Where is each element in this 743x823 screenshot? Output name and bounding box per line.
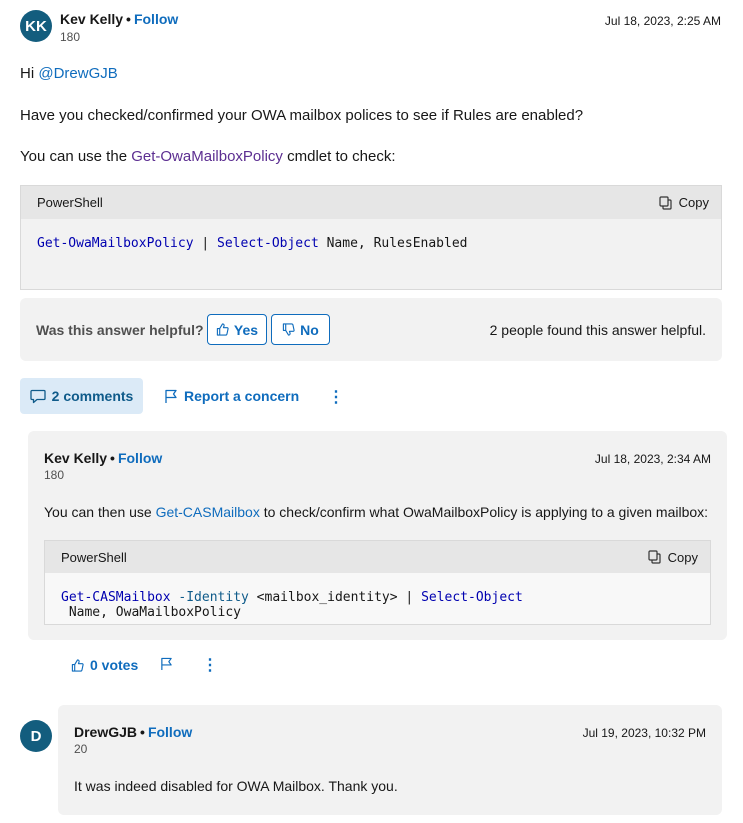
follow-link[interactable]: Follow xyxy=(134,11,178,27)
helpful-bar: Was this answer helpful? Yes No 2 people… xyxy=(20,298,722,361)
code-content: Get-CASMailbox -Identity <mailbox_identi… xyxy=(45,573,710,620)
helpful-summary: 2 people found this answer helpful. xyxy=(489,322,706,338)
answer-date: Jul 18, 2023, 2:25 AM xyxy=(604,14,721,28)
no-button[interactable]: No xyxy=(271,314,330,345)
code-pipe: | xyxy=(193,236,218,251)
thumbs-up-icon xyxy=(71,658,84,672)
copy-label: Copy xyxy=(678,195,709,210)
copy-button[interactable]: Copy xyxy=(659,195,709,210)
more-options-icon: ⋮ xyxy=(202,657,218,674)
flag-icon xyxy=(161,657,172,671)
answer-author-line: Kev Kelly • Follow xyxy=(60,11,178,27)
follow-link[interactable]: Follow xyxy=(148,724,192,740)
answer-paragraph-2: You can use the Get-OwaMailboxPolicy cmd… xyxy=(20,148,395,165)
comment-card: DrewGJB • Follow 20 Jul 19, 2023, 10:32 … xyxy=(58,705,722,815)
code-block: PowerShell Copy Get-CASMailbox -Identity… xyxy=(44,540,711,625)
more-options-button[interactable]: ⋮ xyxy=(202,655,218,675)
greeting-prefix: Hi xyxy=(20,65,39,82)
author-reputation: 180 xyxy=(44,468,65,482)
yes-label: Yes xyxy=(233,321,259,338)
comment-text: You can then use Get-CASMailbox to check… xyxy=(44,504,708,520)
cmdlet-link[interactable]: Get-CASMailbox xyxy=(156,504,260,520)
cmdlet-link[interactable]: Get-OwaMailboxPolicy xyxy=(131,148,283,165)
code-language: PowerShell xyxy=(61,549,127,565)
code-args: Name, OwaMailboxPolicy xyxy=(61,605,242,620)
code-cmdlet: Select-Object xyxy=(421,590,523,605)
comments-button[interactable]: 2 comments xyxy=(20,378,143,414)
code-header: PowerShell Copy xyxy=(21,186,721,219)
code-header: PowerShell Copy xyxy=(45,541,710,573)
author-name[interactable]: DrewGJB xyxy=(74,724,137,740)
paragraph-suffix: cmdlet to check: xyxy=(282,148,396,165)
report-concern-button[interactable]: Report a concern xyxy=(164,388,299,404)
report-button[interactable] xyxy=(160,657,173,671)
no-label: No xyxy=(300,321,319,338)
separator-dot: • xyxy=(126,11,131,27)
code-language: PowerShell xyxy=(37,195,103,210)
comments-label: 2 comments xyxy=(51,388,134,404)
more-options-icon: ⋮ xyxy=(328,389,344,406)
code-cmdlet: Get-CASMailbox xyxy=(61,590,171,605)
upvote-button[interactable]: 0 votes xyxy=(71,657,138,673)
copy-button[interactable]: Copy xyxy=(648,550,698,565)
more-options-button[interactable]: ⋮ xyxy=(328,387,344,407)
comment-icon xyxy=(29,389,46,403)
code-args: Name, RulesEnabled xyxy=(318,236,468,251)
comment-author-line: DrewGJB • Follow xyxy=(74,724,192,740)
avatar-initials: D xyxy=(30,727,42,745)
code-argument: <mailbox_identity> xyxy=(248,590,398,605)
copy-icon xyxy=(648,550,661,564)
author-name[interactable]: Kev Kelly xyxy=(44,450,107,466)
separator-dot: • xyxy=(140,724,145,740)
thumbs-up-icon xyxy=(216,323,229,336)
comment-text-suffix: to check/confirm what OwaMailboxPolicy i… xyxy=(259,504,709,520)
paragraph-prefix: You can use the xyxy=(20,148,132,165)
yes-button[interactable]: Yes xyxy=(207,314,267,345)
helpful-question: Was this answer helpful? xyxy=(36,322,204,338)
code-cmdlet: Get-OwaMailboxPolicy xyxy=(37,236,194,251)
author-name[interactable]: Kev Kelly xyxy=(60,11,123,27)
mention-link[interactable]: @DrewGJB xyxy=(38,65,117,82)
greeting: Hi @DrewGJB xyxy=(20,65,118,82)
report-label: Report a concern xyxy=(184,388,300,404)
answer-paragraph-1: Have you checked/confirmed your OWA mail… xyxy=(20,107,584,124)
code-pipe: | xyxy=(397,590,422,605)
follow-link[interactable]: Follow xyxy=(118,450,162,466)
comment-text-prefix: You can then use xyxy=(44,504,156,520)
comment-date: Jul 19, 2023, 10:32 PM xyxy=(582,726,706,740)
flag-icon xyxy=(165,389,177,403)
comment-card: Kev Kelly • Follow 180 Jul 18, 2023, 2:3… xyxy=(28,431,727,640)
thumbs-down-icon xyxy=(282,323,295,336)
copy-label: Copy xyxy=(667,549,698,565)
avatar-initials: KK xyxy=(25,17,47,35)
comment-date: Jul 18, 2023, 2:34 AM xyxy=(594,452,711,466)
author-reputation: 180 xyxy=(60,30,81,44)
author-avatar[interactable]: KK xyxy=(20,10,52,42)
author-avatar[interactable]: D xyxy=(20,720,52,752)
comment-text: It was indeed disabled for OWA Mailbox. … xyxy=(74,778,398,794)
author-reputation: 20 xyxy=(74,742,88,756)
separator-dot: • xyxy=(110,450,115,466)
code-cmdlet: Select-Object xyxy=(217,236,319,251)
votes-label: 0 votes xyxy=(90,657,139,673)
code-block: PowerShell Copy Get-OwaMailboxPolicy | S… xyxy=(20,185,722,290)
code-content: Get-OwaMailboxPolicy | Select-Object Nam… xyxy=(21,219,721,251)
copy-icon xyxy=(659,195,672,210)
comment-author-line: Kev Kelly • Follow xyxy=(44,450,162,466)
code-parameter: -Identity xyxy=(170,590,249,605)
